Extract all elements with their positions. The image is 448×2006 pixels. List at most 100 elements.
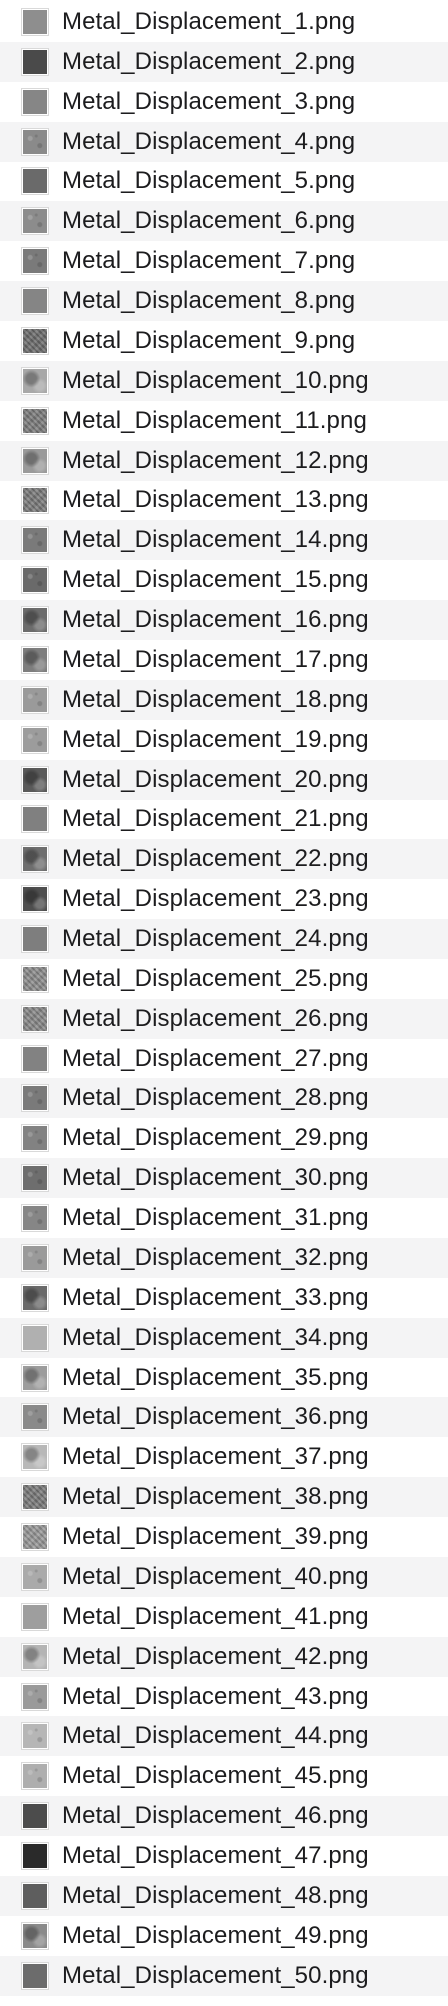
thumbnail-image xyxy=(23,647,47,672)
file-row[interactable]: Metal_Displacement_30.png xyxy=(0,1158,448,1199)
thumbnail-image xyxy=(23,89,47,114)
file-name: Metal_Displacement_30.png xyxy=(62,1164,369,1192)
file-name: Metal_Displacement_36.png xyxy=(62,1403,369,1431)
file-row[interactable]: Metal_Displacement_2.png xyxy=(0,41,448,82)
file-row[interactable]: Metal_Displacement_7.png xyxy=(0,241,448,281)
file-row[interactable]: Metal_Displacement_17.png xyxy=(0,640,448,680)
file-thumbnail-icon xyxy=(21,964,49,993)
thumbnail-image xyxy=(23,129,47,154)
file-name: Metal_Displacement_31.png xyxy=(62,1204,369,1232)
file-name: Metal_Displacement_29.png xyxy=(62,1124,369,1152)
file-row[interactable]: Metal_Displacement_20.png xyxy=(0,759,448,800)
file-row[interactable]: Metal_Displacement_47.png xyxy=(0,1836,448,1876)
file-name: Metal_Displacement_9.png xyxy=(62,326,356,354)
thumbnail-image xyxy=(23,249,47,274)
file-row[interactable]: Metal_Displacement_38.png xyxy=(0,1477,448,1518)
file-row[interactable]: Metal_Displacement_13.png xyxy=(0,480,448,520)
file-row[interactable]: Metal_Displacement_3.png xyxy=(0,82,448,122)
thumbnail-image xyxy=(23,568,47,593)
file-row[interactable]: Metal_Displacement_4.png xyxy=(0,121,448,162)
file-row[interactable]: Metal_Displacement_35.png xyxy=(0,1358,448,1398)
file-thumbnail-icon xyxy=(21,1084,49,1113)
file-row[interactable]: Metal_Displacement_34.png xyxy=(0,1317,448,1358)
file-row[interactable]: Metal_Displacement_48.png xyxy=(0,1875,448,1916)
file-row[interactable]: Metal_Displacement_44.png xyxy=(0,1716,448,1757)
thumbnail-image xyxy=(23,1804,47,1829)
file-row[interactable]: Metal_Displacement_37.png xyxy=(0,1437,448,1477)
file-row[interactable]: Metal_Displacement_25.png xyxy=(0,959,448,999)
file-thumbnail-icon xyxy=(21,247,49,276)
file-row[interactable]: Metal_Displacement_8.png xyxy=(0,281,448,322)
thumbnail-image xyxy=(23,408,47,433)
file-thumbnail-icon xyxy=(21,805,49,834)
thumbnail-image xyxy=(23,368,47,393)
file-row[interactable]: Metal_Displacement_31.png xyxy=(0,1198,448,1238)
thumbnail-image xyxy=(23,488,47,513)
thumbnail-image xyxy=(23,1604,47,1629)
file-thumbnail-icon xyxy=(21,1124,49,1153)
file-thumbnail-icon xyxy=(21,1842,49,1871)
thumbnail-image xyxy=(23,448,47,473)
file-thumbnail-icon xyxy=(21,1802,49,1831)
file-row[interactable]: Metal_Displacement_14.png xyxy=(0,520,448,561)
file-row[interactable]: Metal_Displacement_22.png xyxy=(0,839,448,880)
file-row[interactable]: Metal_Displacement_41.png xyxy=(0,1597,448,1637)
thumbnail-image xyxy=(23,1006,47,1031)
file-thumbnail-icon xyxy=(21,366,49,395)
file-name: Metal_Displacement_19.png xyxy=(62,725,369,753)
file-row[interactable]: Metal_Displacement_9.png xyxy=(0,321,448,361)
file-row[interactable]: Metal_Displacement_16.png xyxy=(0,600,448,641)
file-name: Metal_Displacement_10.png xyxy=(62,366,369,394)
thumbnail-image xyxy=(23,1883,47,1908)
file-thumbnail-icon xyxy=(21,1602,49,1631)
file-row[interactable]: Metal_Displacement_32.png xyxy=(0,1237,448,1278)
file-row[interactable]: Metal_Displacement_28.png xyxy=(0,1078,448,1119)
file-row[interactable]: Metal_Displacement_50.png xyxy=(0,1955,448,1996)
file-row[interactable]: Metal_Displacement_11.png xyxy=(0,401,448,441)
file-row[interactable]: Metal_Displacement_5.png xyxy=(0,161,448,201)
file-name: Metal_Displacement_41.png xyxy=(62,1602,369,1630)
file-row[interactable]: Metal_Displacement_42.png xyxy=(0,1636,448,1677)
thumbnail-image xyxy=(23,209,47,234)
thumbnail-image xyxy=(23,1166,47,1191)
file-row[interactable]: Metal_Displacement_12.png xyxy=(0,440,448,481)
file-row[interactable]: Metal_Displacement_24.png xyxy=(0,919,448,959)
file-thumbnail-icon xyxy=(21,925,49,953)
file-thumbnail-icon xyxy=(21,1403,49,1432)
file-row[interactable]: Metal_Displacement_15.png xyxy=(0,560,448,600)
file-row[interactable]: Metal_Displacement_36.png xyxy=(0,1397,448,1438)
file-name: Metal_Displacement_32.png xyxy=(62,1243,369,1271)
file-name: Metal_Displacement_15.png xyxy=(62,566,369,594)
file-thumbnail-icon xyxy=(21,1682,49,1711)
file-thumbnail-icon xyxy=(21,1204,49,1233)
file-row[interactable]: Metal_Displacement_27.png xyxy=(0,1039,448,1079)
file-name: Metal_Displacement_40.png xyxy=(62,1562,369,1590)
file-name: Metal_Displacement_8.png xyxy=(62,287,356,315)
file-row[interactable]: Metal_Displacement_29.png xyxy=(0,1118,448,1158)
file-row[interactable]: Metal_Displacement_43.png xyxy=(0,1677,448,1717)
file-row[interactable]: Metal_Displacement_1.png xyxy=(0,2,448,42)
file-row[interactable]: Metal_Displacement_26.png xyxy=(0,998,448,1039)
file-name: Metal_Displacement_23.png xyxy=(62,885,369,913)
file-row[interactable]: Metal_Displacement_10.png xyxy=(0,360,448,401)
file-row[interactable]: Metal_Displacement_18.png xyxy=(0,679,448,720)
file-name: Metal_Displacement_22.png xyxy=(62,845,369,873)
file-row[interactable]: Metal_Displacement_45.png xyxy=(0,1756,448,1796)
file-row[interactable]: Metal_Displacement_39.png xyxy=(0,1517,448,1557)
file-name: Metal_Displacement_13.png xyxy=(62,486,369,514)
file-row[interactable]: Metal_Displacement_40.png xyxy=(0,1556,448,1597)
file-thumbnail-icon xyxy=(21,765,49,794)
file-row[interactable]: Metal_Displacement_33.png xyxy=(0,1278,448,1318)
file-row[interactable]: Metal_Displacement_6.png xyxy=(0,201,448,242)
thumbnail-image xyxy=(23,727,47,752)
file-thumbnail-icon xyxy=(21,1323,49,1352)
file-row[interactable]: Metal_Displacement_49.png xyxy=(0,1916,448,1956)
file-row[interactable]: Metal_Displacement_19.png xyxy=(0,720,448,760)
thumbnail-image xyxy=(23,847,47,872)
thumbnail-image xyxy=(23,1445,47,1470)
file-name: Metal_Displacement_17.png xyxy=(62,645,369,673)
file-row[interactable]: Metal_Displacement_46.png xyxy=(0,1796,448,1837)
file-row[interactable]: Metal_Displacement_23.png xyxy=(0,879,448,919)
file-row[interactable]: Metal_Displacement_21.png xyxy=(0,799,448,839)
file-thumbnail-icon xyxy=(21,1044,49,1073)
